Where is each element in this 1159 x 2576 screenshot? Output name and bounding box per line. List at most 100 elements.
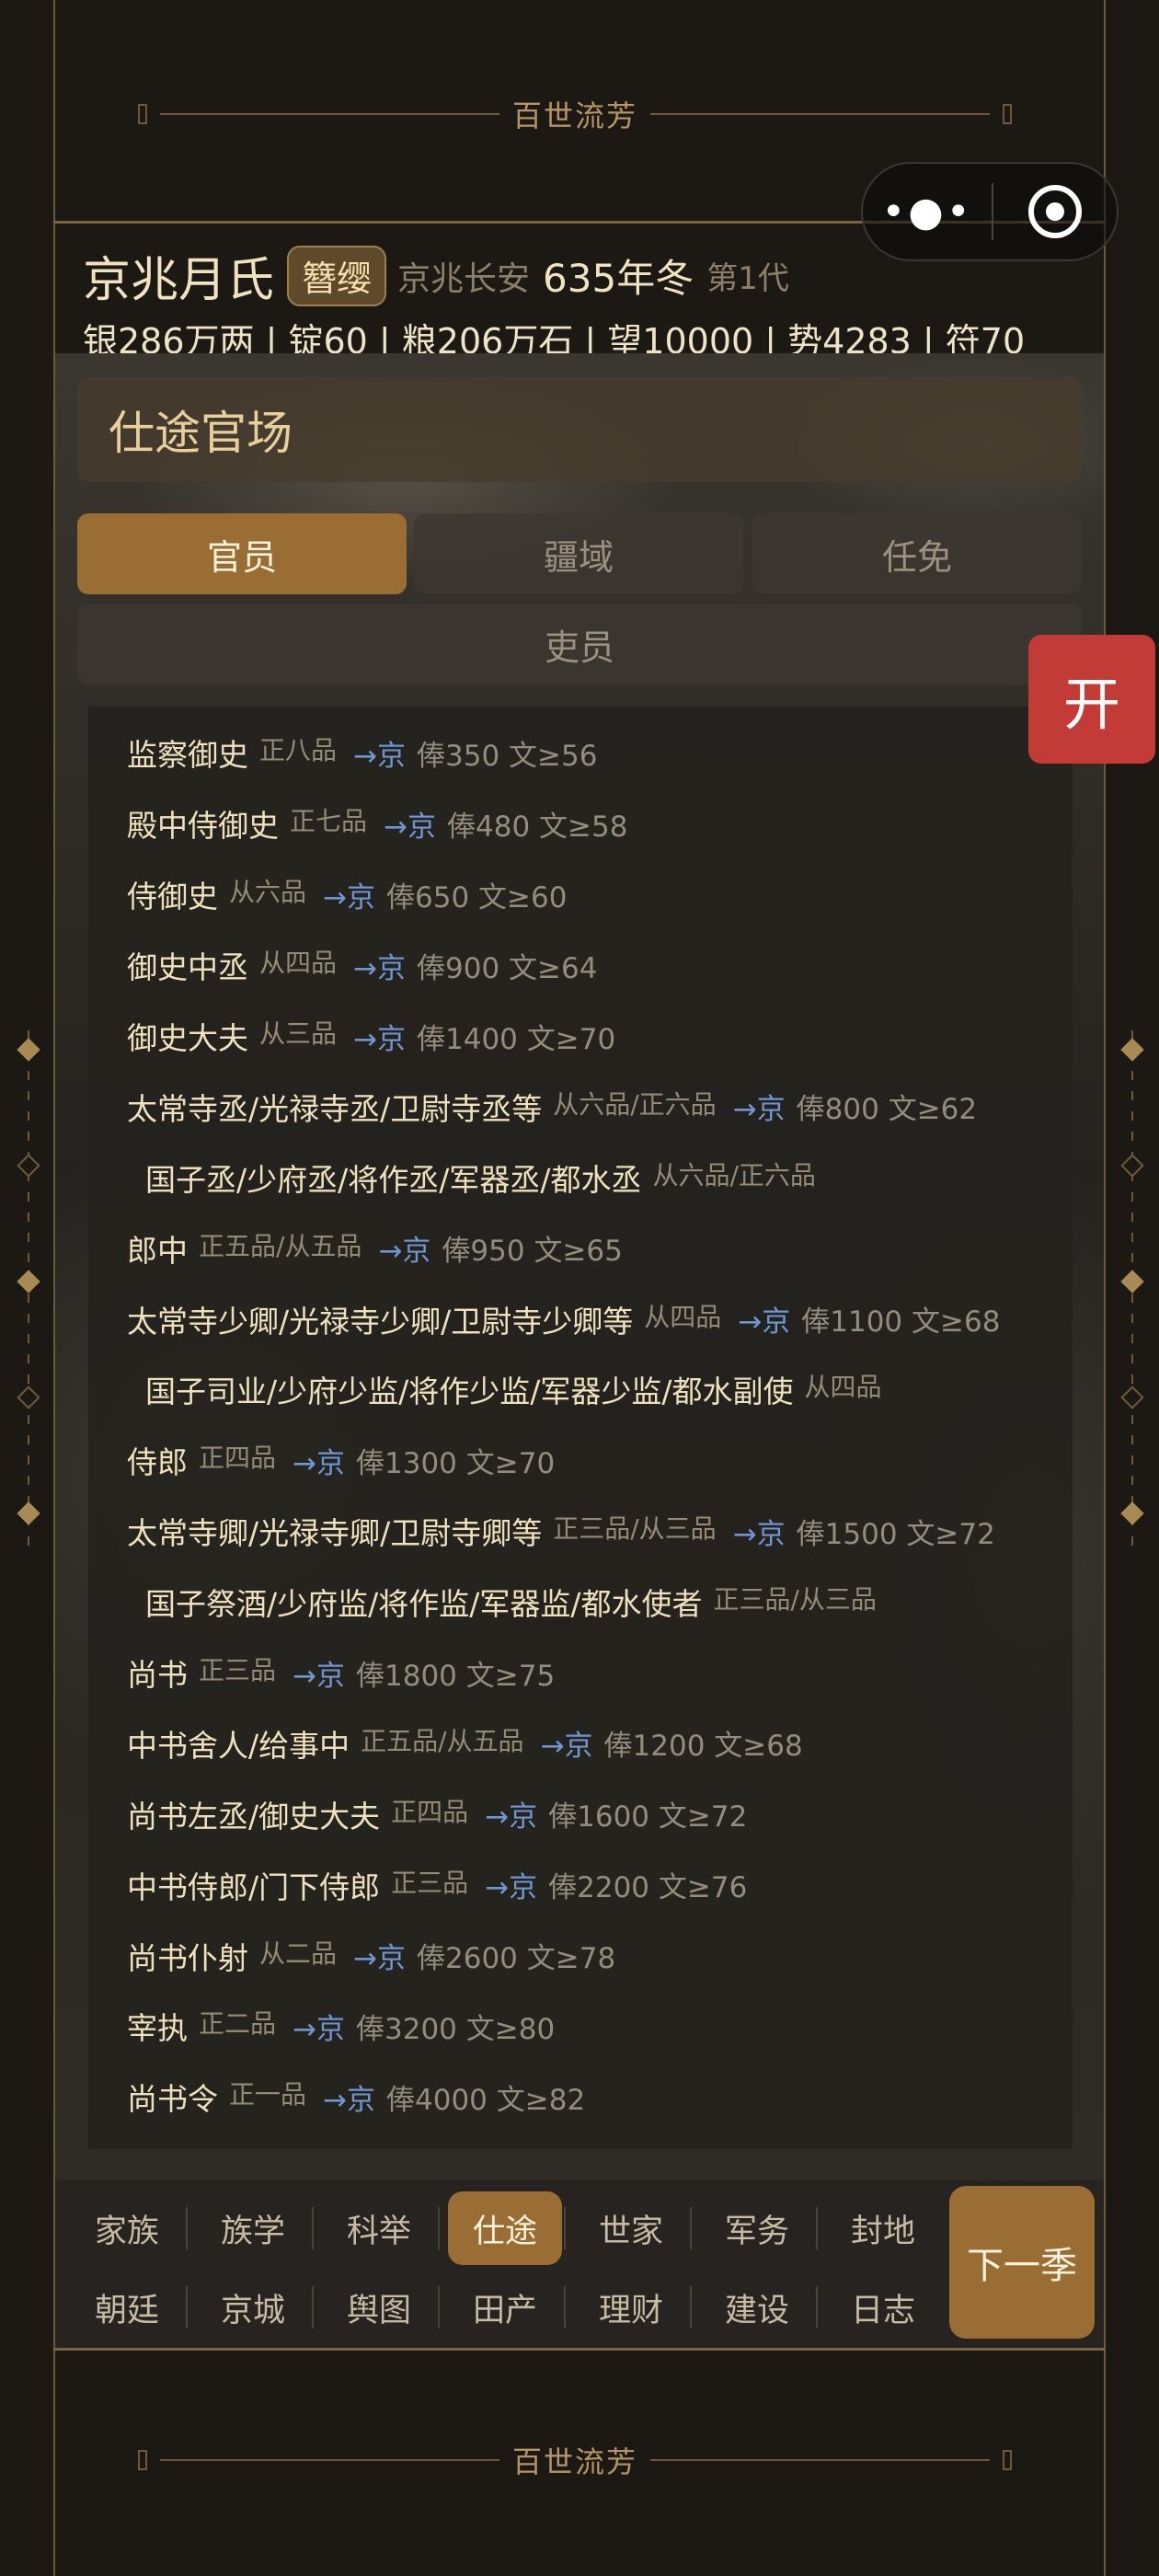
banner-right-line [650, 2459, 991, 2461]
office-name: 尚书 [127, 1657, 188, 1694]
nav-item[interactable]: 世家 [574, 2191, 688, 2265]
nav-item[interactable]: 科举 [322, 2191, 436, 2265]
left-side-ornament [15, 1030, 42, 1546]
office-name: 侍御史 [127, 879, 218, 915]
bottom-banner: 百世流芳 [138, 2442, 1013, 2479]
office-pay: 俸4000 文≥82 [386, 2083, 586, 2117]
nav-item[interactable]: 京城 [196, 2271, 310, 2344]
office-rank: 从三品 [259, 1018, 338, 1049]
generation: 第1代 [706, 260, 789, 297]
nav-item[interactable]: 家族 [70, 2191, 184, 2265]
office-destination: →京 [353, 1942, 406, 1976]
nav-item[interactable]: 仕途 [448, 2191, 562, 2265]
banner-right-line [650, 113, 991, 115]
banner-left-cap [138, 104, 147, 124]
office-destination: →京 [353, 739, 406, 773]
target-circle-icon[interactable] [993, 185, 1117, 238]
office-pay: 俸650 文≥60 [386, 880, 568, 914]
open-button[interactable]: 开 [1028, 635, 1155, 764]
nav-item[interactable]: 日志 [826, 2271, 940, 2344]
office-name: 御史中丞 [127, 949, 248, 986]
office-destination: →京 [485, 1800, 538, 1834]
office-destination: →京 [732, 1093, 786, 1127]
office-pay: 俸1500 文≥72 [796, 1517, 995, 1551]
nav-separator [312, 2286, 314, 2329]
office-destination: →京 [353, 951, 406, 985]
clan-badge: 簪缨 [287, 245, 387, 306]
office-rank: 正一品 [229, 2079, 307, 2110]
banner-left-cap [138, 2450, 147, 2470]
office-destination: →京 [378, 1235, 431, 1269]
banner-left-line [160, 113, 499, 115]
office-row: 尚书左丞/御史大夫 正四品 →京 俸1600 文≥72 [88, 1778, 1073, 1849]
office-rank: 从四品 [259, 948, 338, 979]
nav-item[interactable]: 朝廷 [70, 2271, 184, 2344]
office-rank: 从四品 [804, 1372, 882, 1403]
office-rank: 正八品 [259, 735, 338, 766]
office-rank: 正七品 [290, 806, 368, 837]
office-pay: 俸1400 文≥70 [417, 1022, 616, 1056]
office-row: 殿中侍御史 正七品 →京 俸480 文≥58 [88, 788, 1073, 859]
bottom-nav: 下一季 家族 族学 科举 仕途 世家 军务 封地朝廷 京城 舆图 田产 理财 建设 日志 [55, 2180, 1104, 2348]
office-row: 尚书令 正一品 →京 俸4000 文≥82 [88, 2062, 1073, 2133]
office-pay: 俸800 文≥62 [796, 1093, 978, 1127]
tab-officials[interactable]: 官员 [77, 513, 407, 594]
office-rank: 正五品/从五品 [361, 1725, 524, 1756]
office-row: 御史大夫 从三品 →京 俸1400 文≥70 [88, 1001, 1073, 1072]
office-row: 尚书 正三品 →京 俸1800 文≥75 [88, 1638, 1073, 1708]
nav-item[interactable]: 族学 [196, 2191, 310, 2265]
nav-item[interactable]: 建设 [700, 2271, 814, 2344]
office-destination: →京 [293, 1659, 345, 1693]
page-title: 仕途官场 [77, 377, 1082, 482]
office-destination: →京 [323, 2083, 375, 2117]
office-name: 太常寺丞/光禄寺丞/卫尉寺丞等 [127, 1090, 543, 1127]
more-dots-icon[interactable]: •●• [863, 189, 992, 236]
tab-appointment[interactable]: 任免 [752, 513, 1082, 594]
office-row: 太常寺丞/光禄寺丞/卫尉寺丞等 从六品/正六品 →京 俸800 文≥62 [88, 1071, 1073, 1142]
office-row: 郎中 正五品/从五品 →京 俸950 文≥65 [88, 1213, 1073, 1283]
office-name: 国子祭酒/少府监/将作监/军器监/都水使者 [145, 1586, 703, 1623]
nav-item[interactable]: 舆图 [322, 2271, 436, 2344]
office-row: 侍御史 从六品 →京 俸650 文≥60 [88, 859, 1073, 930]
office-rank: 正四品 [391, 1796, 469, 1827]
clan-header: 京兆月氏 簪缨 京兆长安 635年冬 第1代 [83, 241, 789, 310]
nav-item[interactable]: 封地 [826, 2191, 940, 2265]
office-name: 御史大夫 [127, 1020, 248, 1056]
office-destination: →京 [485, 1871, 538, 1905]
office-pay: 俸2600 文≥78 [417, 1942, 616, 1976]
office-name: 尚书令 [127, 2081, 218, 2118]
office-pay: 俸2200 文≥76 [548, 1871, 748, 1905]
nav-separator [564, 2286, 566, 2329]
office-row: 国子司业/少府少监/将作少监/军器少监/都水副使 从四品 [88, 1354, 1073, 1425]
office-row: 侍郎 正四品 →京 俸1300 文≥70 [88, 1425, 1073, 1496]
office-destination: →京 [353, 1022, 406, 1056]
nav-separator [186, 2207, 188, 2249]
office-destination: →京 [323, 880, 375, 914]
office-name: 国子司业/少府少监/将作少监/军器少监/都水副使 [145, 1374, 794, 1410]
office-rank: 正四品 [199, 1443, 277, 1474]
right-side-ornament [1119, 1030, 1146, 1546]
next-season-button[interactable]: 下一季 [949, 2186, 1095, 2339]
office-destination: →京 [732, 1517, 786, 1551]
main-content: 仕途官场 官员 疆域 任免 吏员 监察御史 正八品 →京 俸350 文≥56 殿中侍御史… [55, 353, 1104, 2180]
office-row: 太常寺少卿/光禄寺少卿/卫尉寺少卿等 从四品 →京 俸1100 文≥68 [88, 1283, 1073, 1354]
nav-item[interactable]: 理财 [574, 2271, 688, 2344]
office-pay: 俸350 文≥56 [417, 739, 598, 773]
nav-separator [438, 2286, 440, 2329]
nav-separator [312, 2207, 314, 2249]
banner-right-cap [1003, 104, 1013, 124]
nav-separator [690, 2286, 692, 2329]
nav-separator [564, 2207, 566, 2249]
office-row: 国子祭酒/少府监/将作监/军器监/都水使者 正三品/从三品 [88, 1567, 1073, 1638]
tab-clerks[interactable]: 吏员 [77, 604, 1082, 684]
banner-title: 百世流芳 [512, 98, 638, 133]
office-pay: 俸1800 文≥75 [356, 1659, 556, 1693]
nav-separator [438, 2207, 440, 2249]
office-name: 郎中 [127, 1232, 188, 1269]
office-row: 监察御史 正八品 →京 俸350 文≥56 [88, 718, 1073, 788]
tab-territory[interactable]: 疆域 [414, 513, 743, 594]
office-pay: 俸480 文≥58 [447, 810, 628, 844]
nav-item[interactable]: 田产 [448, 2271, 562, 2344]
nav-item[interactable]: 军务 [700, 2191, 814, 2265]
office-row: 御史中丞 从四品 →京 俸900 文≥64 [88, 930, 1073, 1001]
